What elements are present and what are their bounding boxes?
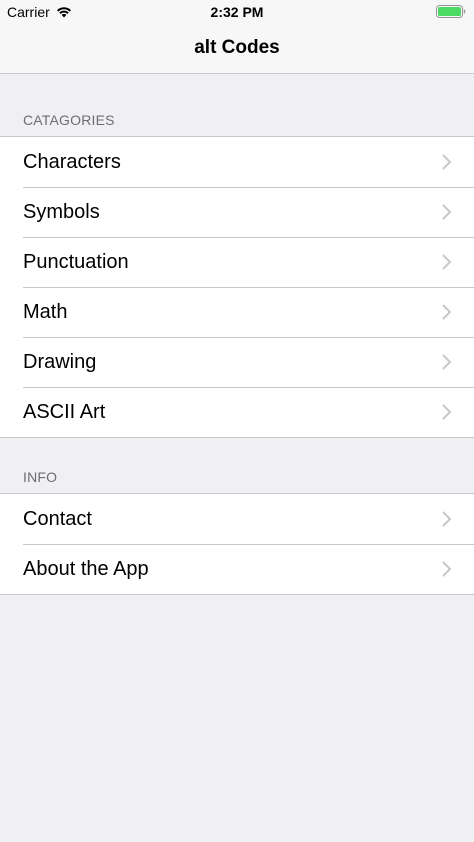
- chevron-right-icon: [442, 254, 451, 270]
- section-header-info: INFO: [23, 469, 58, 485]
- info-list: Contact About the App: [0, 493, 474, 595]
- list-item-label: Contact: [23, 507, 92, 530]
- chevron-right-icon: [442, 511, 451, 527]
- chevron-right-icon: [442, 354, 451, 370]
- list-item-label: Characters: [23, 150, 121, 173]
- battery-icon: [436, 5, 466, 18]
- list-item-ascii-art[interactable]: ASCII Art: [0, 387, 474, 437]
- status-bar: Carrier 2:32 PM: [0, 0, 474, 24]
- list-item-label: Symbols: [23, 200, 100, 223]
- list-item-label: Math: [23, 300, 68, 323]
- page-title: alt Codes: [194, 37, 280, 58]
- list-item-math[interactable]: Math: [0, 287, 474, 337]
- chevron-right-icon: [442, 404, 451, 420]
- list-item-label: Drawing: [23, 350, 97, 373]
- list-item-drawing[interactable]: Drawing: [0, 337, 474, 387]
- list-item-about-the-app[interactable]: About the App: [0, 544, 474, 594]
- section-header-categories: CATAGORIES: [23, 112, 115, 128]
- status-time: 2:32 PM: [210, 4, 264, 20]
- list-item-contact[interactable]: Contact: [0, 494, 474, 544]
- chevron-right-icon: [442, 304, 451, 320]
- list-item-label: About the App: [23, 557, 149, 580]
- list-item-characters[interactable]: Characters: [0, 137, 474, 187]
- categories-list: Characters Symbols Punctuation Math Draw…: [0, 136, 474, 438]
- navigation-bar: alt Codes: [0, 24, 474, 74]
- list-item-label: ASCII Art: [23, 400, 106, 423]
- chevron-right-icon: [442, 561, 451, 577]
- chevron-right-icon: [442, 204, 451, 220]
- chevron-right-icon: [442, 154, 451, 170]
- list-item-label: Punctuation: [23, 250, 129, 273]
- list-item-punctuation[interactable]: Punctuation: [0, 237, 474, 287]
- list-item-symbols[interactable]: Symbols: [0, 187, 474, 237]
